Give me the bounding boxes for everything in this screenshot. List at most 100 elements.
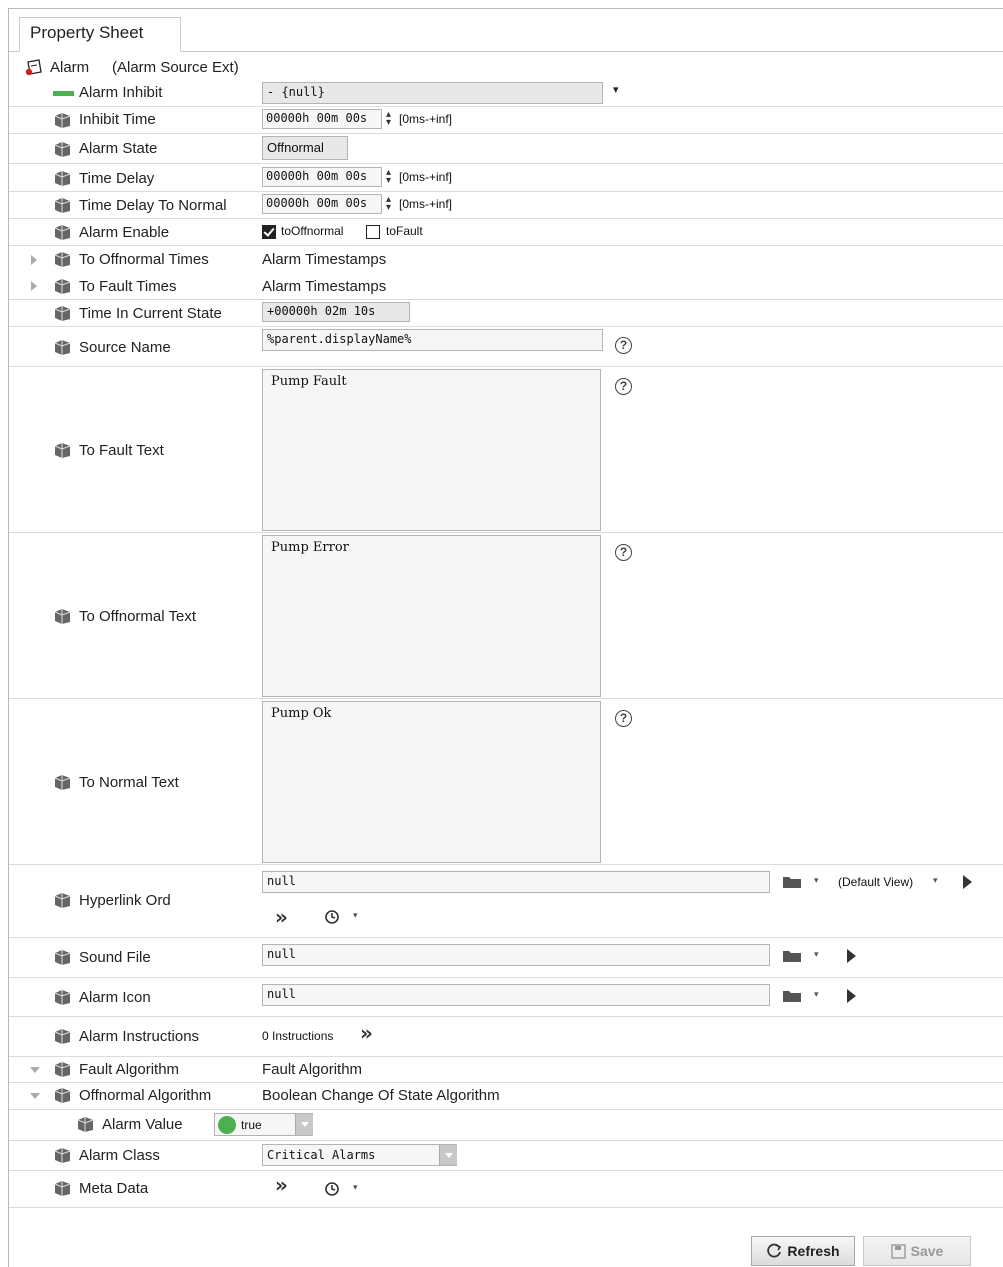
row-alarm-instructions: Alarm Instructions 0 Instructions »	[9, 1017, 1003, 1057]
save-icon	[890, 1243, 906, 1259]
row-source-name: Source Name %parent.displayName% ?	[9, 327, 1003, 367]
spinner-icon[interactable]: ▴ ▾	[386, 168, 397, 186]
play-icon[interactable]	[847, 949, 856, 963]
row-offnormal-algorithm[interactable]: Offnormal Algorithm Boolean Change Of St…	[9, 1083, 1003, 1110]
view-selector[interactable]: (Default View)	[838, 875, 913, 889]
alarm-value-select[interactable]: true	[214, 1113, 313, 1136]
component-icon	[53, 774, 72, 791]
help-icon[interactable]: ?	[615, 378, 632, 395]
to-fault-text-area[interactable]: Pump Fault	[262, 369, 601, 531]
to-normal-text-area[interactable]: Pump Ok	[262, 701, 601, 863]
component-icon	[53, 442, 72, 459]
alarm-value-text: true	[241, 1118, 262, 1132]
to-offnormal-label: toOffnormal	[281, 224, 344, 238]
time-in-state-value: +00000h 02m 10s	[262, 302, 410, 322]
hyperlink-ord-field[interactable]: null	[262, 871, 770, 893]
row-alarm-class: Alarm Class Critical Alarms	[9, 1141, 1003, 1171]
double-chevron-icon[interactable]: »	[275, 905, 288, 929]
chevron-down-icon[interactable]	[295, 1114, 313, 1135]
alarm-ext-icon	[25, 59, 43, 76]
refresh-button[interactable]: Refresh	[751, 1236, 855, 1266]
folder-icon[interactable]	[782, 875, 802, 889]
instructions-count: 0 Instructions	[262, 1029, 334, 1043]
component-icon	[53, 339, 72, 356]
expand-icon[interactable]	[31, 255, 37, 265]
row-alarm-inhibit: Alarm Inhibit - {null} ▾	[9, 80, 1003, 107]
chevron-down-icon[interactable]: ▾	[353, 911, 358, 921]
row-label: Fault Algorithm	[79, 1061, 180, 1078]
root-row[interactable]: Alarm (Alarm Source Ext)	[9, 56, 1003, 80]
tab-property-sheet[interactable]: Property Sheet	[19, 17, 181, 52]
component-icon	[53, 112, 72, 129]
chevron-down-icon[interactable]: ▾	[814, 876, 819, 886]
chevron-down-icon[interactable]	[439, 1145, 457, 1165]
row-label: Time Delay To Normal	[79, 197, 227, 214]
inhibit-time-field[interactable]: 00000h 00m 00s	[262, 109, 382, 129]
time-delay-to-normal-field[interactable]: 00000h 00m 00s	[262, 194, 382, 214]
history-icon[interactable]	[324, 1181, 340, 1197]
root-name: Alarm	[50, 59, 90, 76]
play-icon[interactable]	[847, 989, 856, 1003]
to-offnormal-text-area[interactable]: Pump Error	[262, 535, 601, 697]
component-icon	[53, 1147, 72, 1164]
chevron-down-icon[interactable]: ▾	[933, 876, 938, 886]
row-time-delay: Time Delay 00000h 00m 00s ▴ ▾ [0ms-+inf]	[9, 164, 1003, 192]
sound-file-field[interactable]: null	[262, 944, 770, 966]
range-text: [0ms-+inf]	[399, 112, 453, 126]
to-offnormal-checkbox[interactable]	[262, 225, 276, 239]
chevron-down-icon[interactable]: ▾	[814, 950, 819, 960]
double-chevron-icon[interactable]: »	[275, 1173, 288, 1197]
alarm-inhibit-field[interactable]: - {null}	[262, 82, 603, 104]
spinner-icon[interactable]: ▴ ▾	[386, 195, 397, 213]
play-icon[interactable]	[963, 875, 972, 889]
time-delay-field[interactable]: 00000h 00m 00s	[262, 167, 382, 187]
component-icon	[53, 278, 72, 295]
history-icon[interactable]	[324, 909, 340, 925]
row-label: Time Delay	[79, 170, 155, 187]
root-type: (Alarm Source Ext)	[112, 59, 239, 76]
chevron-down-icon[interactable]: ▾	[814, 990, 819, 1000]
row-label: To Fault Text	[79, 442, 164, 459]
row-inhibit-time: Inhibit Time 00000h 00m 00s ▴ ▾ [0ms-+inf…	[9, 107, 1003, 134]
row-label: Alarm Inhibit	[79, 84, 163, 101]
folder-icon[interactable]	[782, 949, 802, 963]
component-icon	[53, 608, 72, 625]
component-icon	[53, 141, 72, 158]
status-bar-icon	[53, 91, 74, 96]
dropdown-icon[interactable]: ▾	[613, 83, 619, 96]
row-label: Hyperlink Ord	[79, 892, 171, 909]
expand-icon[interactable]	[31, 281, 37, 291]
collapse-icon[interactable]	[30, 1067, 40, 1073]
range-text: [0ms-+inf]	[399, 197, 453, 211]
alarm-class-text: Critical Alarms	[267, 1148, 376, 1162]
row-alarm-icon: Alarm Icon null ▾	[9, 978, 1003, 1017]
double-chevron-icon[interactable]: »	[360, 1021, 373, 1045]
row-fault-algorithm[interactable]: Fault Algorithm Fault Algorithm	[9, 1057, 1003, 1083]
row-value: Alarm Timestamps	[262, 278, 387, 295]
row-to-offnormal-times[interactable]: To Offnormal Times Alarm Timestamps	[9, 246, 1003, 273]
help-icon[interactable]: ?	[615, 544, 632, 561]
source-name-field[interactable]: %parent.displayName%	[262, 329, 603, 351]
row-time-in-current-state: Time In Current State +00000h 02m 10s	[9, 300, 1003, 327]
spinner-icon[interactable]: ▴ ▾	[386, 110, 397, 128]
to-fault-checkbox[interactable]	[366, 225, 380, 239]
collapse-icon[interactable]	[30, 1093, 40, 1099]
row-value: Boolean Change Of State Algorithm	[262, 1087, 500, 1104]
folder-icon[interactable]	[782, 989, 802, 1003]
row-label: Alarm Icon	[79, 989, 151, 1006]
alarm-class-select[interactable]: Critical Alarms	[262, 1144, 457, 1166]
row-label: Alarm Class	[79, 1147, 160, 1164]
component-icon	[53, 1087, 72, 1104]
chevron-down-icon[interactable]: ▾	[353, 1183, 358, 1193]
row-to-fault-times[interactable]: To Fault Times Alarm Timestamps	[9, 273, 1003, 300]
help-icon[interactable]: ?	[615, 710, 632, 727]
component-icon	[53, 949, 72, 966]
row-value: Alarm Timestamps	[262, 251, 387, 268]
row-label: Alarm State	[79, 140, 158, 157]
help-icon[interactable]: ?	[615, 337, 632, 354]
alarm-icon-field[interactable]: null	[262, 984, 770, 1006]
row-label: Alarm Instructions	[79, 1028, 200, 1045]
component-icon	[53, 1061, 72, 1078]
save-button[interactable]: Save	[863, 1236, 971, 1266]
row-label: To Offnormal Times	[79, 251, 209, 268]
